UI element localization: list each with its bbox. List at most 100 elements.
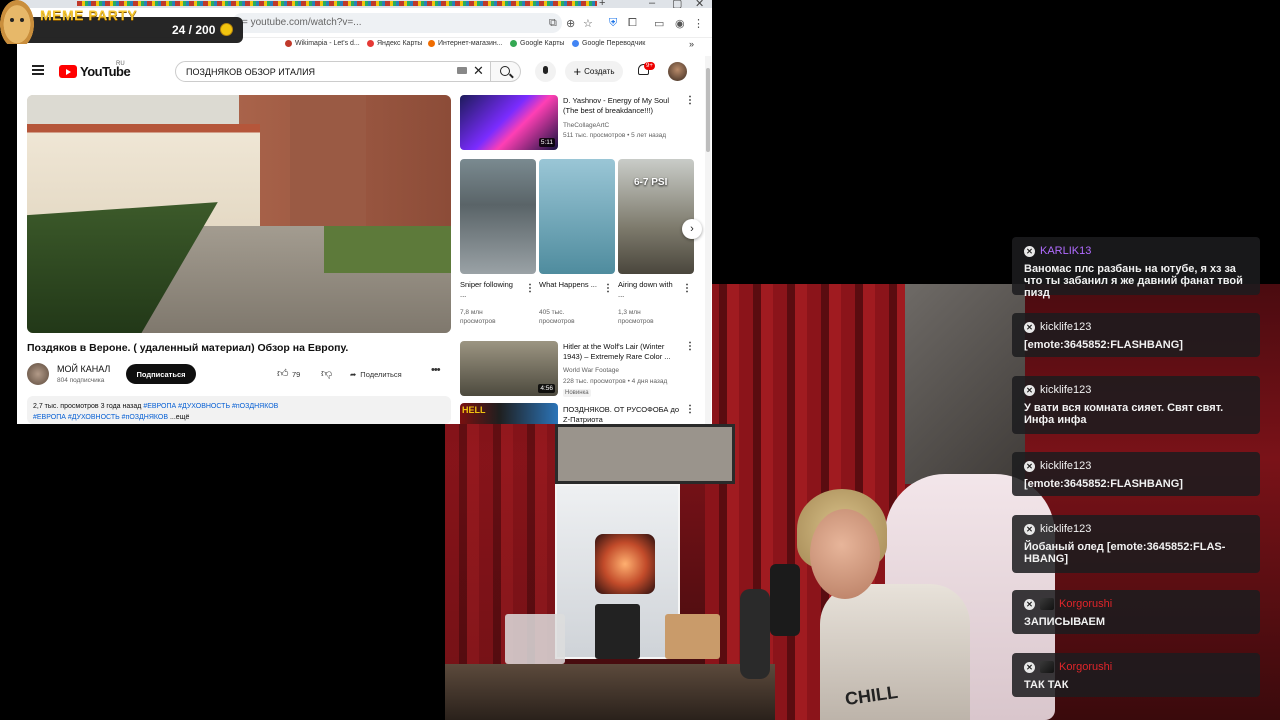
channel-name[interactable]: МОЙ КАНАЛ	[57, 364, 110, 374]
short-views-1: 7,8 млн просмотров	[460, 309, 496, 325]
account-avatar[interactable]	[668, 62, 687, 81]
video-title: Поздяков в Вероне. ( удаленный материал)…	[27, 342, 349, 354]
more-actions-icon[interactable]: •••	[431, 364, 441, 376]
map-pin-icon	[367, 40, 374, 47]
moderator-badge-icon: ✕	[1024, 523, 1035, 535]
short-overlay-text: 6-7 PSI	[634, 177, 668, 188]
install-icon[interactable]: ⧉	[549, 17, 557, 30]
map-pin-icon	[510, 40, 517, 47]
address-text: = youtube.com/watch?v=...	[242, 17, 362, 28]
region-code: RU	[116, 61, 125, 67]
create-button[interactable]: + Создать	[565, 61, 623, 82]
thumbs-up-icon[interactable]: 👍︎	[277, 367, 289, 380]
short-thumbnail-2[interactable]	[539, 159, 615, 274]
scrollbar-thumb[interactable]	[706, 68, 710, 152]
short-title-2[interactable]: What Happens ...	[539, 280, 599, 290]
recommended-title-2[interactable]: Hitler at the Wolf's Lair (Winter 1943) …	[563, 342, 683, 362]
meme-counter: 24 / 200	[172, 23, 216, 37]
recommended-meta: 511 тыс. просмотров • 5 лет назад	[563, 132, 667, 139]
bookmark-google-maps[interactable]: Google Карты	[510, 40, 564, 47]
thumbs-down-icon[interactable]: 👎︎	[321, 367, 332, 380]
desc-hashtags-2[interactable]: #ЕВРОПА #ДУХОВНОСТЬ #пОЗДНЯКОВ	[33, 414, 168, 421]
search-input[interactable]: ПОЗДНЯКОВ ОБЗОР ИТАЛИЯ	[175, 61, 491, 82]
bookmark-star-icon[interactable]: ☆	[583, 17, 593, 30]
user-avatar	[1040, 661, 1054, 673]
video-player[interactable]	[27, 95, 451, 333]
next-arrow-icon[interactable]: ›	[682, 219, 702, 239]
chat-text: Ваномас плс разбань на ютубе, я хз за чт…	[1024, 263, 1243, 299]
hamburger-menu-icon[interactable]	[32, 65, 44, 75]
bookmark-wikimapia[interactable]: Wikimapia - Let's d...	[285, 40, 360, 47]
moderator-badge-icon: ✕	[1024, 245, 1035, 257]
scene-grass	[323, 225, 451, 274]
short-thumbnail-1[interactable]	[460, 159, 536, 274]
chat-text: [emote:3645852:FLASHBANG]	[1024, 339, 1183, 351]
show-more-link[interactable]: ...ещё	[170, 414, 189, 421]
extension-shield-icon[interactable]: ⛨	[609, 17, 617, 30]
chat-username[interactable]: kicklife123	[1040, 460, 1091, 472]
search-query-text: ПОЗДНЯКОВ ОБЗОР ИТАЛИЯ	[186, 67, 316, 77]
wikimapia-icon	[285, 40, 292, 47]
chat-username[interactable]: kicklife123	[1040, 384, 1091, 396]
desc-hashtags[interactable]: #ЕВРОПА #ДУХОВНОСТЬ #пОЗДНЯКОВ	[143, 403, 278, 410]
plus-icon: +	[573, 64, 582, 79]
browser-menu-icon[interactable]: ⋮	[693, 17, 704, 30]
short-views-3: 1,3 млн просмотров	[618, 309, 654, 325]
chat-text: ЗАПИСЫВАЕМ	[1024, 616, 1106, 628]
recommended-thumbnail-2[interactable]: 4:56	[460, 341, 558, 396]
channel-avatar[interactable]	[27, 363, 49, 385]
chat-message: ✕ Korgorushi ТАК ТАК	[1012, 653, 1260, 697]
like-dislike-group: 👍︎ 79 👎︎	[269, 364, 341, 384]
short-title-1[interactable]: Sniper following ...	[460, 280, 520, 300]
recommended-channel[interactable]: TheCollageArtC	[563, 121, 681, 130]
search-button[interactable]	[491, 61, 521, 82]
thumb-text: HELL	[462, 405, 486, 415]
description-box[interactable]: 2,7 тыс. просмотров 3 года назад #ЕВРОПА…	[27, 396, 451, 424]
camera-device	[595, 604, 640, 659]
short-thumbnail-3[interactable]: 6-7 PSI	[618, 159, 694, 274]
short-menu-icon[interactable]: ⋮	[525, 283, 535, 294]
more-bookmarks-icon[interactable]: »	[689, 39, 694, 49]
bookmark-translate[interactable]: Google Переводчик	[572, 40, 645, 47]
bookmark-yandex-maps[interactable]: Яндекс Карты	[367, 40, 422, 47]
short-views-2: 405 тыс. просмотров	[539, 309, 575, 325]
profile-icon[interactable]: ◉	[675, 17, 685, 30]
chat-text: У вати вся комната сияет. Свят свят. Инф…	[1024, 402, 1224, 426]
clear-search-icon[interactable]: ✕	[473, 63, 484, 79]
desk-bag	[505, 614, 565, 664]
chat-username[interactable]: kicklife123	[1040, 321, 1091, 333]
extensions-icon[interactable]: ⧠	[628, 17, 637, 30]
bookmark-shop[interactable]: Интернет-магазин...	[428, 40, 503, 47]
chat-text: Йобаный олед [emote:3645852:FLAS-HBANG]	[1024, 541, 1226, 565]
stream-frame: CHILL + – ▢ ✕ = youtube.com/watch?v=... …	[0, 0, 1280, 720]
chat-username[interactable]: KARLIK13	[1040, 245, 1091, 257]
recommended-title-3[interactable]: ПОЗДНЯКОВ. ОТ РУСОФОБА до Z-Патриота	[563, 405, 683, 424]
share-button[interactable]: ➦ Поделиться	[350, 364, 402, 384]
short-menu-icon[interactable]: ⋮	[682, 283, 692, 294]
recommended-channel-2[interactable]: World War Footage	[563, 366, 683, 375]
address-field[interactable]: = youtube.com/watch?v=...	[232, 13, 562, 33]
video-menu-icon[interactable]: ⋮	[685, 95, 695, 106]
video-menu-icon[interactable]: ⋮	[685, 404, 695, 415]
recommended-title[interactable]: D. Yashnov - Energy of My Soul (The best…	[563, 96, 681, 116]
youtube-header: YouTube RU ПОЗДНЯКОВ ОБЗОР ИТАЛИЯ ✕ + Соз…	[17, 56, 712, 88]
chat-message: ✕ kicklife123 У вати вся комната сияет. С…	[1012, 376, 1260, 434]
chat-username[interactable]: Korgorushi	[1059, 661, 1112, 673]
moderator-badge-icon: ✕	[1024, 460, 1035, 472]
video-menu-icon[interactable]: ⋮	[685, 341, 695, 352]
recommended-thumbnail[interactable]: 5:11	[460, 95, 558, 150]
subscribe-button[interactable]: Подписаться	[126, 364, 196, 384]
short-title-3[interactable]: Airing down with ...	[618, 280, 676, 300]
chat-message: ✕ kicklife123 [emote:3645852:FLASHBANG]	[1012, 313, 1260, 357]
short-menu-icon[interactable]: ⋮	[603, 283, 613, 294]
voice-search-button[interactable]	[535, 61, 556, 82]
chat-username[interactable]: kicklife123	[1040, 523, 1091, 535]
recommended-thumbnail-3[interactable]: HELL	[460, 403, 558, 424]
sidepanel-icon[interactable]: ▭	[654, 17, 664, 30]
chat-username[interactable]: Korgorushi	[1059, 598, 1112, 610]
video-duration: 5:11	[538, 138, 555, 147]
keyboard-icon[interactable]	[457, 67, 467, 74]
share-icon: ➦	[350, 369, 357, 379]
zoom-icon[interactable]: ⊕	[566, 17, 575, 30]
streamer-face	[810, 509, 880, 599]
